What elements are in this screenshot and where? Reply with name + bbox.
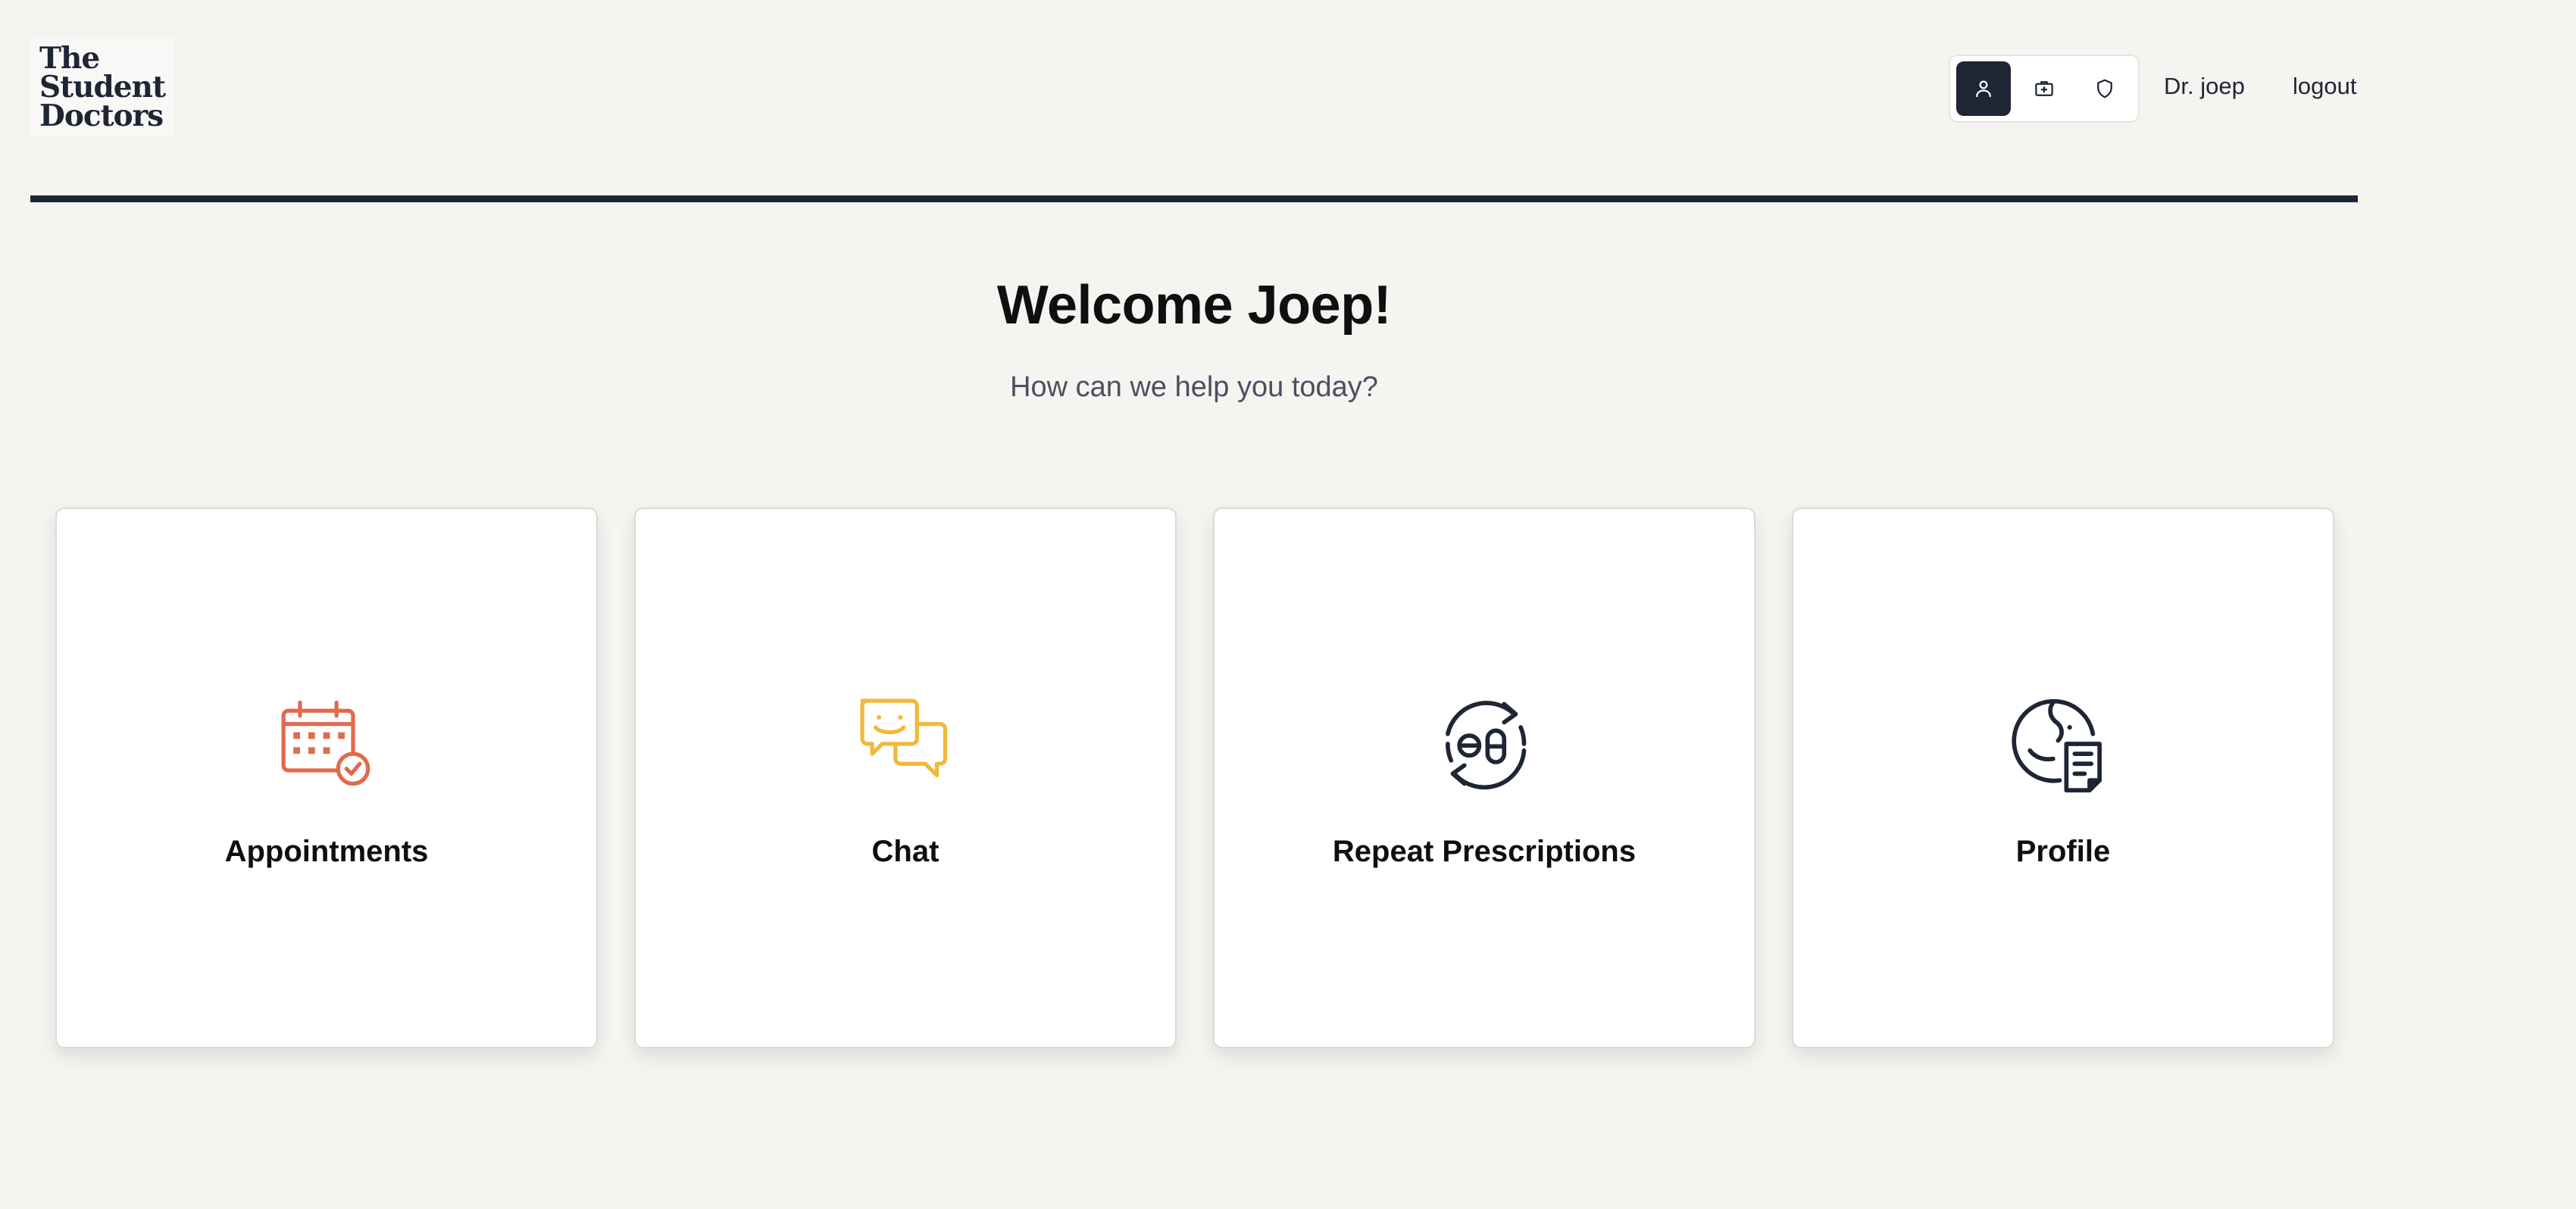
face-document-icon	[2012, 698, 2102, 793]
logo[interactable]: The Student Doctors	[30, 38, 174, 136]
chat-card[interactable]: Chat	[634, 508, 1177, 1048]
calendar-check-icon	[281, 700, 370, 786]
role-button-patient[interactable]	[1956, 61, 2011, 116]
repeat-prescriptions-card[interactable]: Repeat Prescriptions	[1213, 508, 1755, 1048]
user-name-link[interactable]: Dr. joep	[2164, 73, 2245, 100]
chat-bubbles-icon	[860, 698, 948, 778]
medical-bag-icon	[2035, 81, 2053, 96]
chat-label: Chat	[871, 835, 939, 868]
profile-label: Profile	[2015, 835, 2111, 868]
role-button-doctor[interactable]	[2017, 61, 2071, 116]
shield-icon	[2097, 79, 2112, 98]
page: The Student Doctors Dr. joep logout Welc…	[0, 0, 2576, 1209]
appointments-card[interactable]: Appointments	[55, 508, 598, 1048]
logo-line-1: The	[39, 41, 100, 76]
pill-refresh-icon	[1446, 701, 1527, 790]
profile-icon-wrapper	[2010, 691, 2116, 797]
page-subtitle: How can we help you today?	[1010, 371, 1378, 403]
page-title: Welcome Joep!	[996, 275, 1392, 336]
prescriptions-icon-wrapper	[1431, 691, 1537, 797]
logout-link[interactable]: logout	[2293, 73, 2356, 100]
chat-icon-wrapper	[852, 691, 958, 797]
role-button-admin[interactable]	[2077, 61, 2132, 116]
logo-line-2: Student	[39, 70, 166, 105]
appointments-icon-wrapper	[274, 691, 380, 797]
repeat-prescriptions-label: Repeat Prescriptions	[1332, 835, 1637, 868]
role-switcher	[1949, 55, 2140, 123]
person-icon	[1976, 80, 1991, 98]
header-divider	[30, 195, 2358, 202]
appointments-label: Appointments	[224, 835, 429, 868]
profile-card[interactable]: Profile	[1792, 508, 2334, 1048]
logo-line-3: Doctors	[39, 98, 164, 133]
